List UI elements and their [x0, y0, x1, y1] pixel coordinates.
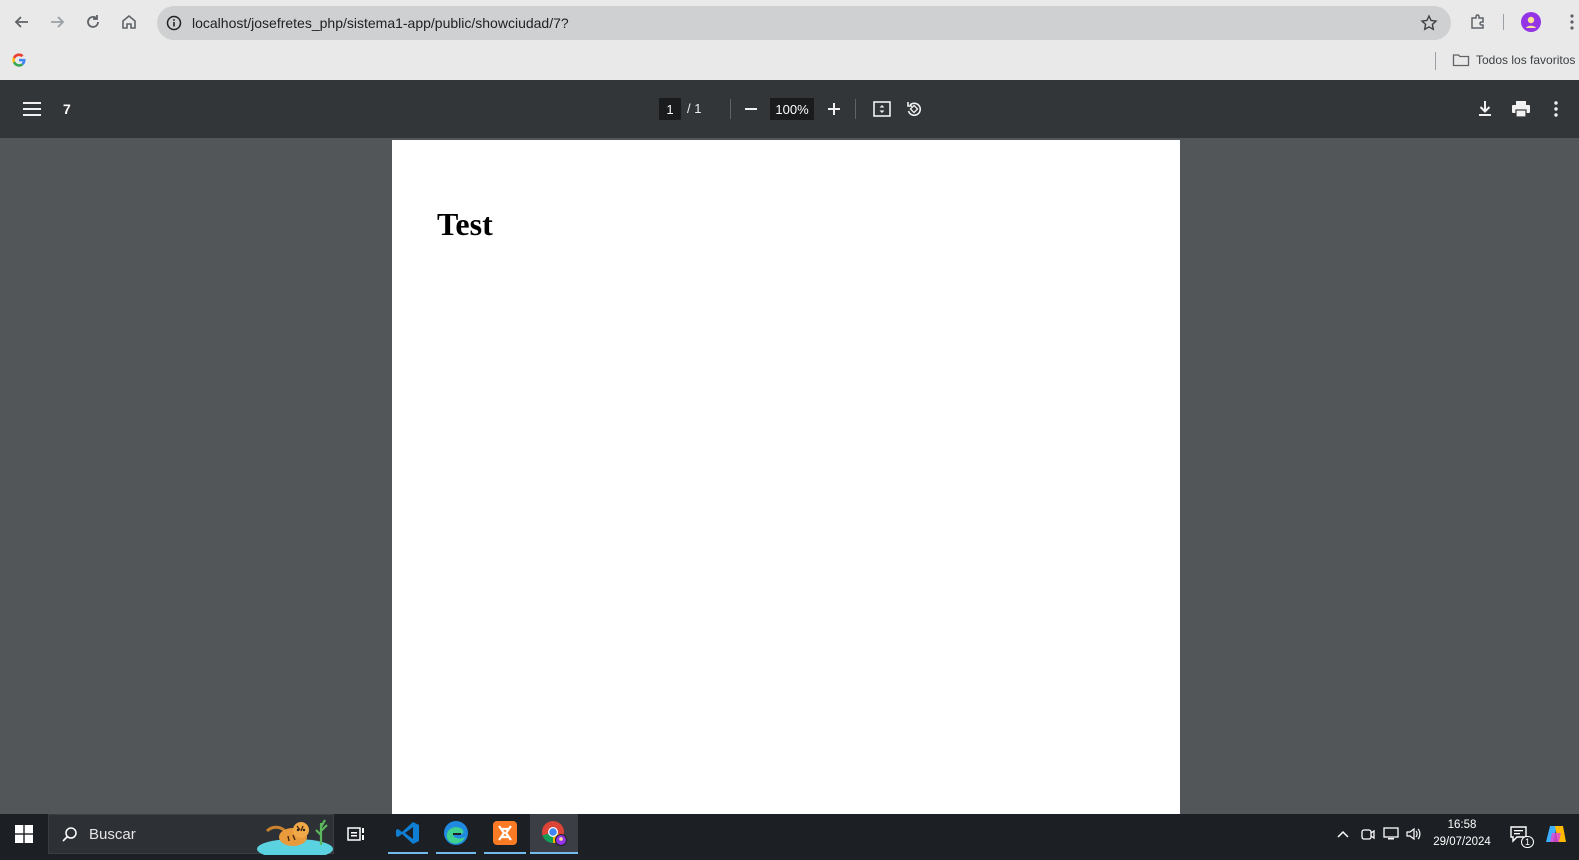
- all-bookmarks-folder[interactable]: Todos los favoritos: [1452, 52, 1575, 68]
- home-icon: [122, 14, 136, 29]
- document-heading: Test: [437, 206, 493, 242]
- browser-menu-button[interactable]: [1558, 8, 1579, 36]
- chevron-up-icon: [1337, 830, 1349, 838]
- zoom-out-button[interactable]: [740, 98, 762, 120]
- arrow-left-icon: [14, 16, 28, 28]
- browser-chrome: localhost/josefretes_php/sistema1-app/pu…: [0, 0, 1579, 80]
- hamburger-menu-icon: [23, 102, 41, 116]
- plus-icon: [828, 103, 840, 115]
- chrome-app[interactable]: [530, 814, 578, 854]
- windows-logo-icon: [15, 825, 33, 843]
- google-bookmark[interactable]: [11, 52, 27, 68]
- avatar-icon: [1521, 12, 1541, 32]
- back-button[interactable]: [8, 8, 36, 36]
- xampp-icon: [493, 821, 517, 845]
- speaker-icon: [1406, 827, 1421, 841]
- toolbar-separator: [730, 99, 731, 119]
- camera-icon: [1361, 829, 1375, 840]
- arrow-right-icon: [51, 16, 65, 28]
- site-info-icon[interactable]: [165, 14, 183, 32]
- download-button[interactable]: [1474, 98, 1496, 120]
- network-icon: [1383, 827, 1399, 840]
- windows-taskbar: Buscar 16:58 29/07/2024 1: [0, 814, 1579, 860]
- sidebar-toggle-button[interactable]: [20, 98, 44, 120]
- navigation-bar: localhost/josefretes_php/sistema1-app/pu…: [0, 0, 1579, 44]
- bookmarks-bar: Todos los favoritos: [0, 44, 1579, 80]
- extensions-button[interactable]: [1464, 8, 1492, 36]
- copilot-icon: [1546, 826, 1566, 842]
- home-button[interactable]: [115, 8, 143, 36]
- search-highlight-illustration-icon: [257, 819, 333, 855]
- search-icon: [62, 827, 77, 842]
- rotate-icon: [907, 102, 922, 117]
- printer-icon: [1512, 101, 1530, 118]
- download-icon: [1479, 101, 1491, 116]
- document-title: 7: [63, 101, 71, 117]
- meet-now-button[interactable]: [1358, 814, 1378, 854]
- clock-time: 16:58: [1447, 819, 1477, 831]
- taskbar-search[interactable]: Buscar: [48, 814, 334, 855]
- bookmark-star-icon[interactable]: [1419, 13, 1439, 33]
- reload-button[interactable]: [79, 8, 107, 36]
- edge-app[interactable]: [436, 814, 476, 854]
- system-clock[interactable]: 16:58 29/07/2024: [1428, 817, 1496, 851]
- zoom-input[interactable]: 100%: [770, 98, 814, 120]
- vscode-app[interactable]: [388, 814, 428, 854]
- task-view-button[interactable]: [336, 814, 378, 854]
- all-bookmarks-label: Todos los favoritos: [1476, 53, 1576, 67]
- show-hidden-icons-button[interactable]: [1333, 814, 1353, 854]
- page-total: / 1: [687, 101, 702, 116]
- vscode-icon: [396, 822, 419, 844]
- rotate-button[interactable]: [903, 98, 925, 120]
- pdf-viewer-area[interactable]: Test: [0, 138, 1579, 814]
- toolbar-separator: [855, 99, 856, 119]
- url-text[interactable]: localhost/josefretes_php/sistema1-app/pu…: [192, 15, 569, 31]
- address-bar[interactable]: localhost/josefretes_php/sistema1-app/pu…: [157, 6, 1451, 40]
- pdf-toolbar: 7 1 / 1 100%: [0, 80, 1579, 138]
- pdf-page: Test: [392, 140, 1180, 814]
- notifications-button[interactable]: 1: [1505, 814, 1535, 854]
- bookmarks-divider: [1435, 52, 1436, 70]
- clock-date: 29/07/2024: [1433, 836, 1491, 848]
- page-number-input[interactable]: 1: [659, 98, 681, 120]
- more-actions-button[interactable]: [1548, 98, 1564, 120]
- forward-button[interactable]: [43, 8, 71, 36]
- search-placeholder: Buscar: [89, 826, 136, 843]
- volume-button[interactable]: [1404, 814, 1424, 854]
- fit-to-page-button[interactable]: [871, 98, 893, 120]
- widgets-button[interactable]: [1543, 814, 1569, 854]
- edge-icon: [444, 821, 468, 845]
- fit-page-icon: [873, 101, 891, 117]
- folder-icon: [1452, 54, 1470, 67]
- google-icon: [12, 53, 26, 67]
- toolbar-divider: [1503, 14, 1504, 30]
- minus-icon: [745, 108, 757, 110]
- start-button[interactable]: [0, 814, 48, 854]
- kebab-menu-icon: [1554, 101, 1558, 117]
- network-button[interactable]: [1381, 814, 1401, 854]
- puzzle-icon: [1471, 14, 1484, 29]
- xampp-app[interactable]: [484, 814, 526, 854]
- kebab-menu-icon: [1570, 14, 1574, 30]
- zoom-in-button[interactable]: [823, 98, 845, 120]
- task-view-icon: [347, 827, 364, 841]
- reload-icon: [87, 15, 99, 28]
- chrome-icon: [542, 821, 567, 846]
- print-button[interactable]: [1509, 98, 1533, 120]
- notification-count-badge: 1: [1521, 836, 1535, 848]
- profile-avatar[interactable]: [1517, 8, 1545, 36]
